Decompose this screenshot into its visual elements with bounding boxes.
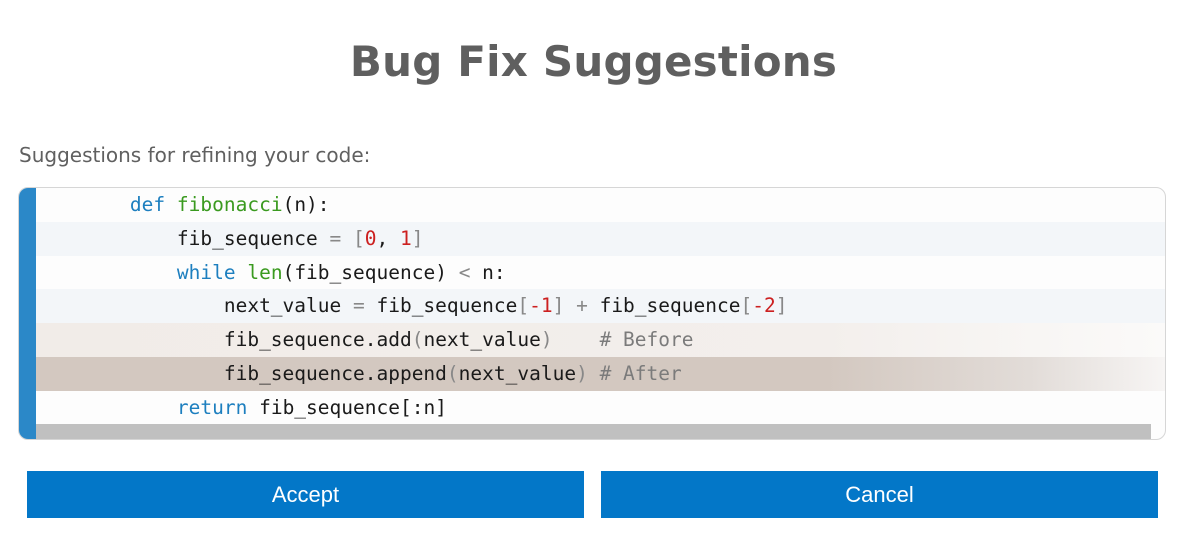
code-token: (fib_sequence) [282,260,459,284]
code-token: add [376,328,412,352]
page-title: Bug Fix Suggestions [349,37,838,86]
code-token: ) [540,328,553,352]
code-token: fib_sequence[:n] [247,395,447,419]
code-token: n: [470,260,506,284]
code-line-1: def fibonacci(n): [36,188,1165,222]
code-comment: # After [587,361,682,385]
code-line-3: while len(fib_sequence) < n: [36,256,1165,290]
code-token: fib_sequence [176,226,318,250]
page-subtitle: Suggestions for refining your code: [19,143,371,167]
code-token: fib_sequence [364,294,518,318]
code-token: -1 [529,294,553,318]
code-token: len [247,260,283,284]
code-token: + [564,294,600,318]
code-token: fib_sequence. [223,328,377,352]
code-token: fib_sequence [599,294,741,318]
code-token: ] [411,226,424,250]
code-token: -2 [752,294,776,318]
code-token: ) [576,361,588,385]
code-line-7: return fib_sequence[:n] [36,391,1165,425]
code-token: next_value [423,328,541,352]
code-block: def fibonacci(n): fib_sequence = [0, 1] … [18,187,1166,440]
code-token: [ [740,294,753,318]
code-token: , [376,226,400,250]
code-token: = [317,226,354,250]
horizontal-scrollbar[interactable] [36,424,1151,439]
code-token: < [458,260,471,284]
code-token: def [129,193,166,216]
code-token: return [176,395,248,419]
code-token: 1 [400,226,412,250]
code-token: fib_sequence. [223,361,377,385]
code-comment: # Before [552,328,694,352]
code-token: ] [775,294,788,318]
code-line-4: next_value = fib_sequence[-1] + fib_sequ… [36,289,1165,324]
cancel-button[interactable]: Cancel [601,471,1158,518]
code-token: ( [411,328,424,352]
code-token: 0 [364,226,377,250]
code-token: fibonacci [176,193,283,216]
code-line-2: fib_sequence = [0, 1] [36,221,1165,256]
code-token: append [376,361,447,385]
code-lines: def fibonacci(n): fib_sequence = [0, 1] … [36,188,1165,425]
code-token: next_value [223,294,353,318]
code-token: [ [353,226,365,250]
code-line-5-before: fib_sequence.add(next_value) # Before [36,323,1165,357]
code-token: ( [446,361,459,385]
accept-button[interactable]: Accept [27,471,584,518]
code-token: [ [517,294,530,318]
code-accent-bar [19,188,36,439]
code-token: while [176,260,236,284]
code-token: ] [552,294,565,318]
code-token: (n): [282,193,330,216]
code-token: next_value [458,361,577,385]
code-token: = [352,294,365,318]
code-line-6-after: fib_sequence.append(next_value) # After [36,356,1165,391]
